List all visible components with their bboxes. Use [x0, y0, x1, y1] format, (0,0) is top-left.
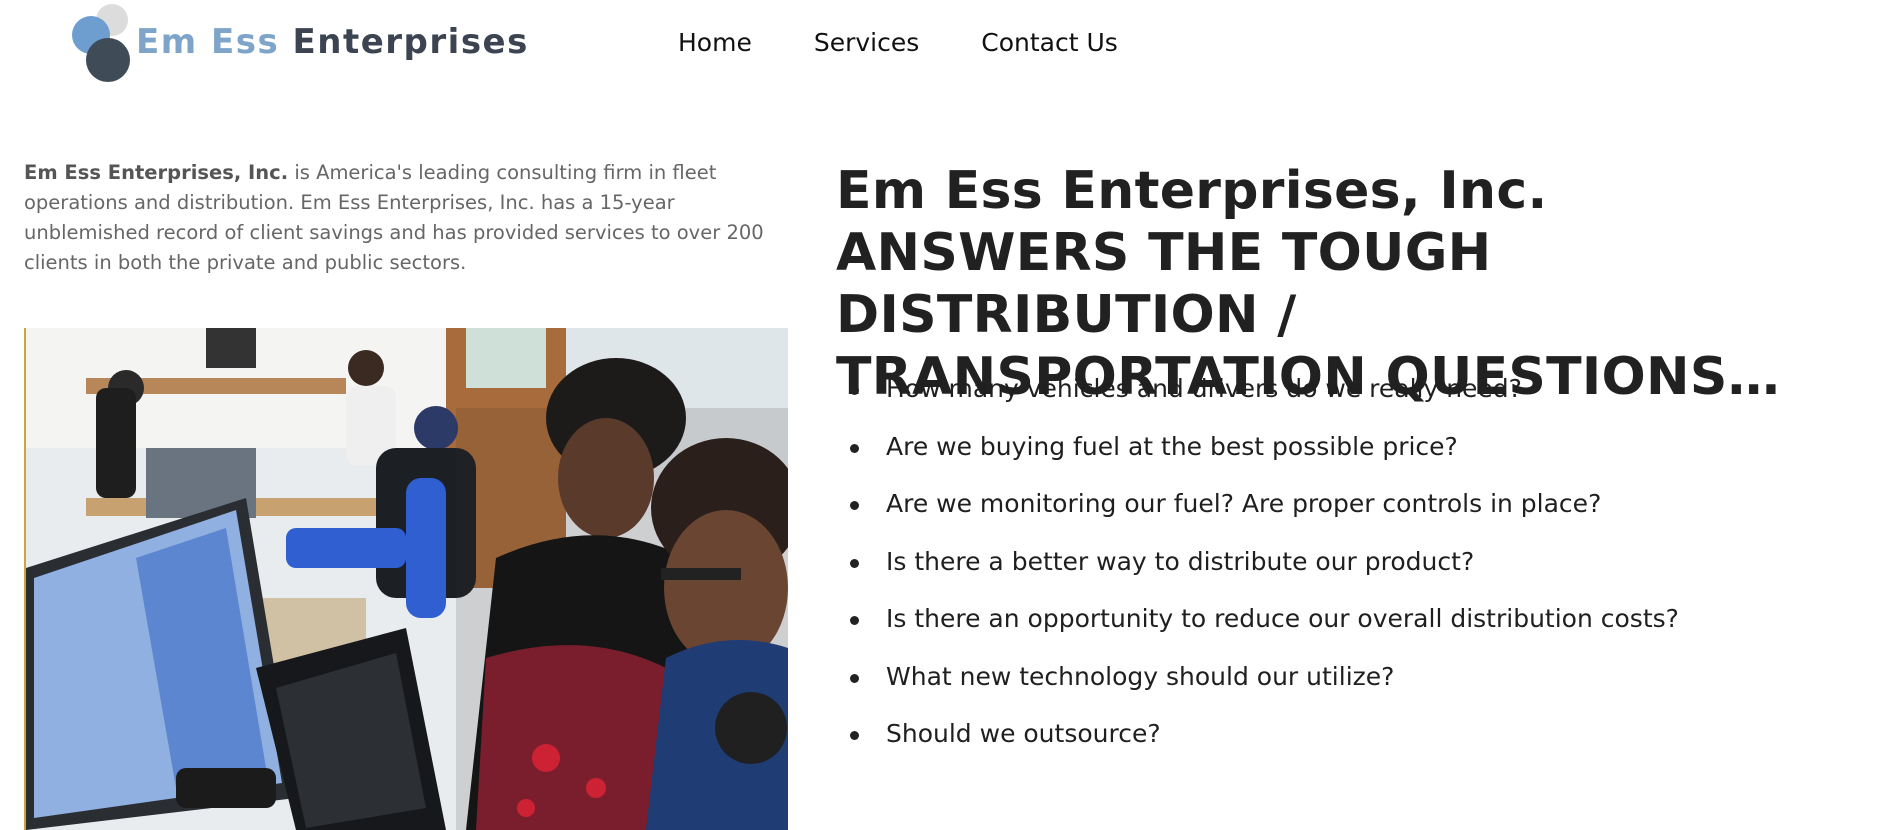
bullet-icon — [850, 558, 859, 568]
bullet-icon — [850, 443, 859, 453]
bullet-icon — [850, 501, 859, 510]
bullet-icon — [850, 386, 859, 395]
site-header: Em Ess Enterprises Home Services Contact… — [0, 0, 1877, 90]
bullet-icon — [850, 616, 859, 625]
bullet-icon — [850, 731, 859, 740]
question-text: Are we buying fuel at the best possible … — [886, 431, 1458, 461]
office-photo-illustration — [26, 328, 788, 830]
main-nav: Home Services Contact Us — [678, 28, 1118, 57]
question-text: Is there a better way to distribute our … — [886, 546, 1475, 576]
nav-home-link[interactable]: Home — [678, 28, 752, 57]
question-item: What new technology should our utilize? — [836, 662, 1679, 720]
bullet-icon — [850, 673, 859, 683]
question-item: How many vehicles and drivers do we real… — [836, 374, 1679, 432]
nav-services-link[interactable]: Services — [814, 28, 919, 57]
question-text: Should we outsource? — [886, 719, 1161, 748]
question-item: Is there a better way to distribute our … — [836, 547, 1679, 605]
main-headline: Em Ess Enterprises, Inc. ANSWERS THE TOU… — [836, 161, 1780, 407]
question-item: Are we buying fuel at the best possible … — [836, 432, 1679, 490]
question-item: Is there an opportunity to reduce our ov… — [836, 604, 1679, 662]
question-text: Are we monitoring our fuel? Are proper c… — [886, 489, 1602, 518]
question-text: Is there an opportunity to reduce our ov… — [886, 604, 1679, 633]
nav-contact-link[interactable]: Contact Us — [981, 28, 1118, 57]
question-item: Should we outsource? — [836, 719, 1679, 777]
question-text: What new technology should our utilize? — [886, 661, 1395, 691]
logo-circle-dark-icon — [86, 38, 130, 82]
question-item: Are we monitoring our fuel? Are proper c… — [836, 489, 1679, 547]
question-text: How many vehicles and drivers do we real… — [886, 374, 1522, 403]
intro-company-name: Em Ess Enterprises, Inc. — [24, 161, 289, 184]
office-team-photo — [24, 328, 788, 830]
brand-name-part1: Em Ess — [136, 22, 280, 62]
brand-name-part2: Enterprises — [292, 22, 529, 62]
brand-logo[interactable]: Em Ess Enterprises — [70, 4, 527, 82]
intro-paragraph: Em Ess Enterprises, Inc. is America's le… — [24, 158, 779, 278]
questions-list: How many vehicles and drivers do we real… — [836, 374, 1679, 777]
brand-wordmark: Em Ess Enterprises — [136, 22, 529, 62]
